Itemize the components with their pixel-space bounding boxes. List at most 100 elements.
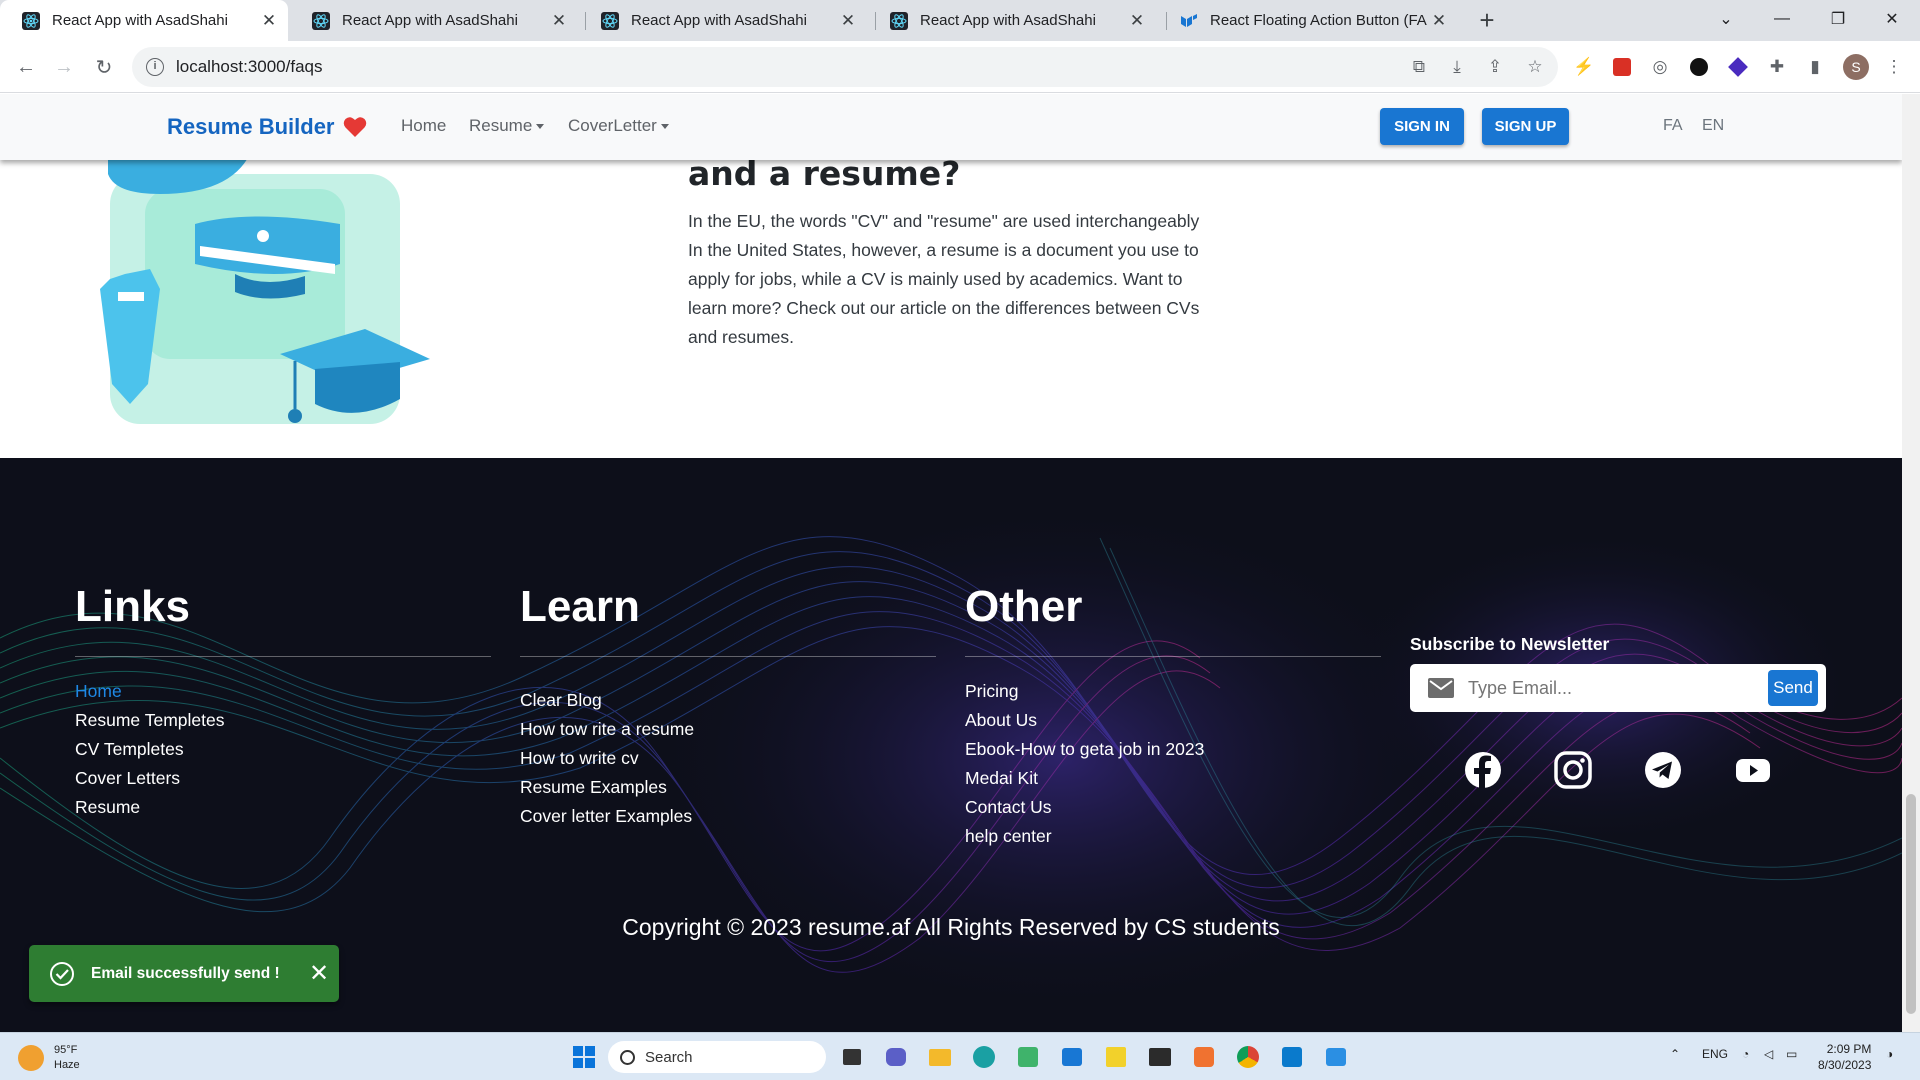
side-panel-icon[interactable]: ▮ — [1801, 53, 1829, 81]
extension-diamond-icon[interactable] — [1724, 53, 1752, 81]
extension-hex-icon[interactable] — [1685, 53, 1713, 81]
heart-icon — [343, 117, 366, 137]
notification-icon[interactable]: ◑ — [1886, 1047, 1893, 1061]
footer-link-how-to-write-resume[interactable]: How tow rite a resume — [520, 719, 694, 740]
nav-coverletter-dropdown[interactable]: CoverLetter — [568, 116, 669, 136]
footer-link-resume-examples[interactable]: Resume Examples — [520, 777, 667, 798]
reload-icon[interactable]: ↻ — [88, 51, 120, 83]
sign-in-button[interactable]: SIGN IN — [1380, 108, 1464, 145]
clock-time: 2:09 PM — [1826, 1042, 1872, 1056]
extension-red-icon[interactable] — [1608, 53, 1636, 81]
facebook-icon[interactable] — [1463, 750, 1503, 790]
toast-close-icon[interactable]: ✕ — [299, 959, 339, 988]
close-icon[interactable]: ✕ — [1430, 11, 1448, 31]
media-player-icon[interactable] — [1320, 1041, 1352, 1073]
window-close-button[interactable]: ✕ — [1864, 0, 1920, 38]
browser-tab-2[interactable]: React App with AsadShahi ✕ — [290, 0, 578, 41]
footer-link-home[interactable]: Home — [75, 681, 122, 702]
footer-link-how-to-write-cv[interactable]: How to write cv — [520, 748, 639, 769]
brand-logo[interactable]: Resume Builder — [167, 114, 367, 140]
footer-link-ebook[interactable]: Ebook-How to geta job in 2023 — [965, 739, 1204, 760]
site-info-icon[interactable]: i — [146, 58, 164, 76]
teams-chat-icon[interactable] — [880, 1041, 912, 1073]
footer-link-cover-letters[interactable]: Cover Letters — [75, 768, 180, 789]
close-icon[interactable]: ✕ — [839, 11, 857, 31]
extension-lightning-icon[interactable]: ⚡ — [1570, 53, 1598, 81]
footer-link-about-us[interactable]: About Us — [965, 710, 1037, 731]
footer-link-media-kit[interactable]: Medai Kit — [965, 768, 1038, 789]
store-icon[interactable] — [1056, 1041, 1088, 1073]
extension-circle-icon[interactable]: ◎ — [1646, 53, 1674, 81]
footer-learn-title: Learn — [520, 582, 640, 631]
footer-link-cover-letter-examples[interactable]: Cover letter Examples — [520, 806, 692, 827]
wifi-icon[interactable]: ◔ — [1742, 1047, 1749, 1061]
volume-icon[interactable]: ◁ — [1764, 1047, 1773, 1061]
taskbar-clock[interactable]: 2:09 PM 8/30/2023 — [1818, 1041, 1871, 1073]
newsletter-email-input[interactable] — [1468, 677, 1758, 699]
footer-link-pricing[interactable]: Pricing — [965, 681, 1019, 702]
footer-link-cv-templates[interactable]: CV Templetes — [75, 739, 184, 760]
react-favicon-icon — [22, 11, 40, 30]
taskbar-search-box[interactable]: Search — [608, 1041, 826, 1073]
page-scrollbar[interactable] — [1902, 94, 1920, 1032]
task-view-icon[interactable] — [836, 1041, 868, 1073]
tray-chevron-up-icon[interactable]: ⌃ — [1670, 1047, 1680, 1061]
browser-tab-5[interactable]: React Floating Action Button (FA ✕ — [1158, 0, 1458, 41]
vscode-icon[interactable] — [1276, 1041, 1308, 1073]
youtube-icon[interactable] — [1733, 750, 1773, 790]
telegram-icon[interactable] — [1643, 750, 1683, 790]
nav-home-link[interactable]: Home — [401, 116, 446, 136]
extensions-puzzle-icon[interactable]: ✚ — [1763, 53, 1791, 81]
footer-copyright: Copyright © 2023 resume.af All Rights Re… — [622, 914, 1280, 940]
newsletter-send-button[interactable]: Send — [1768, 670, 1818, 706]
scrollbar-thumb[interactable] — [1906, 794, 1916, 1014]
new-tab-button[interactable]: + — [1472, 6, 1502, 36]
check-circle-icon — [50, 961, 74, 986]
close-icon[interactable]: ✕ — [550, 11, 568, 31]
minimize-button[interactable]: — — [1754, 0, 1810, 38]
browser-tab-4[interactable]: React App with AsadShahi ✕ — [868, 0, 1156, 41]
weather-desc: Haze — [54, 1059, 80, 1071]
divider — [965, 656, 1381, 657]
bookmark-star-icon[interactable]: ☆ — [1521, 53, 1549, 81]
edge-browser-icon[interactable] — [968, 1041, 1000, 1073]
address-bar[interactable]: i localhost:3000/faqs — [132, 47, 1558, 87]
forward-arrow-icon[interactable]: → — [48, 51, 80, 83]
install-app-icon[interactable]: ⤓ — [1443, 53, 1471, 81]
footer-link-help-center[interactable]: help center — [965, 826, 1052, 847]
input-language[interactable]: ENG — [1702, 1047, 1728, 1061]
footer-link-contact-us[interactable]: Contact Us — [965, 797, 1052, 818]
weather-widget[interactable]: 95°F Haze — [18, 1043, 80, 1073]
react-favicon-icon — [890, 11, 908, 30]
profile-avatar[interactable]: S — [1843, 54, 1869, 80]
footer-link-resume-templates[interactable]: Resume Templetes — [75, 710, 224, 731]
back-arrow-icon[interactable]: ← — [10, 51, 42, 83]
nav-resume-dropdown[interactable]: Resume — [469, 116, 545, 136]
open-in-new-icon[interactable]: ⧉ — [1405, 53, 1433, 81]
restore-button[interactable]: ❐ — [1810, 0, 1866, 38]
sticky-notes-icon[interactable] — [1100, 1041, 1132, 1073]
footer-link-clear-blog[interactable]: Clear Blog — [520, 690, 602, 711]
instagram-icon[interactable] — [1553, 750, 1593, 790]
success-toast: Email successfully send ! ✕ — [29, 945, 339, 1002]
lang-en-link[interactable]: EN — [1702, 117, 1724, 135]
chrome-icon[interactable] — [1232, 1041, 1264, 1073]
browser-menu-icon[interactable]: ⋮ — [1880, 53, 1908, 81]
snip-tool-icon[interactable] — [1012, 1041, 1044, 1073]
close-icon[interactable]: ✕ — [1128, 11, 1146, 31]
footer-link-resume[interactable]: Resume — [75, 797, 140, 818]
terminal-icon[interactable] — [1144, 1041, 1176, 1073]
battery-icon[interactable]: ▭ — [1786, 1047, 1797, 1061]
react-favicon-icon — [601, 11, 619, 30]
sign-up-button[interactable]: SIGN UP — [1482, 108, 1569, 145]
browser-tab-1[interactable]: React App with AsadShahi ✕ — [0, 0, 288, 41]
file-explorer-icon[interactable] — [924, 1041, 956, 1073]
close-icon[interactable]: ✕ — [260, 11, 278, 31]
browser-tab-3[interactable]: React App with AsadShahi ✕ — [579, 0, 867, 41]
envelope-icon — [1428, 678, 1454, 698]
share-icon[interactable]: ⇪ — [1481, 53, 1509, 81]
start-windows-icon[interactable] — [568, 1041, 600, 1073]
xampp-icon[interactable] — [1188, 1041, 1220, 1073]
lang-fa-link[interactable]: FA — [1663, 117, 1683, 135]
tab-search-chevron-icon[interactable]: ⌄ — [1698, 0, 1754, 38]
